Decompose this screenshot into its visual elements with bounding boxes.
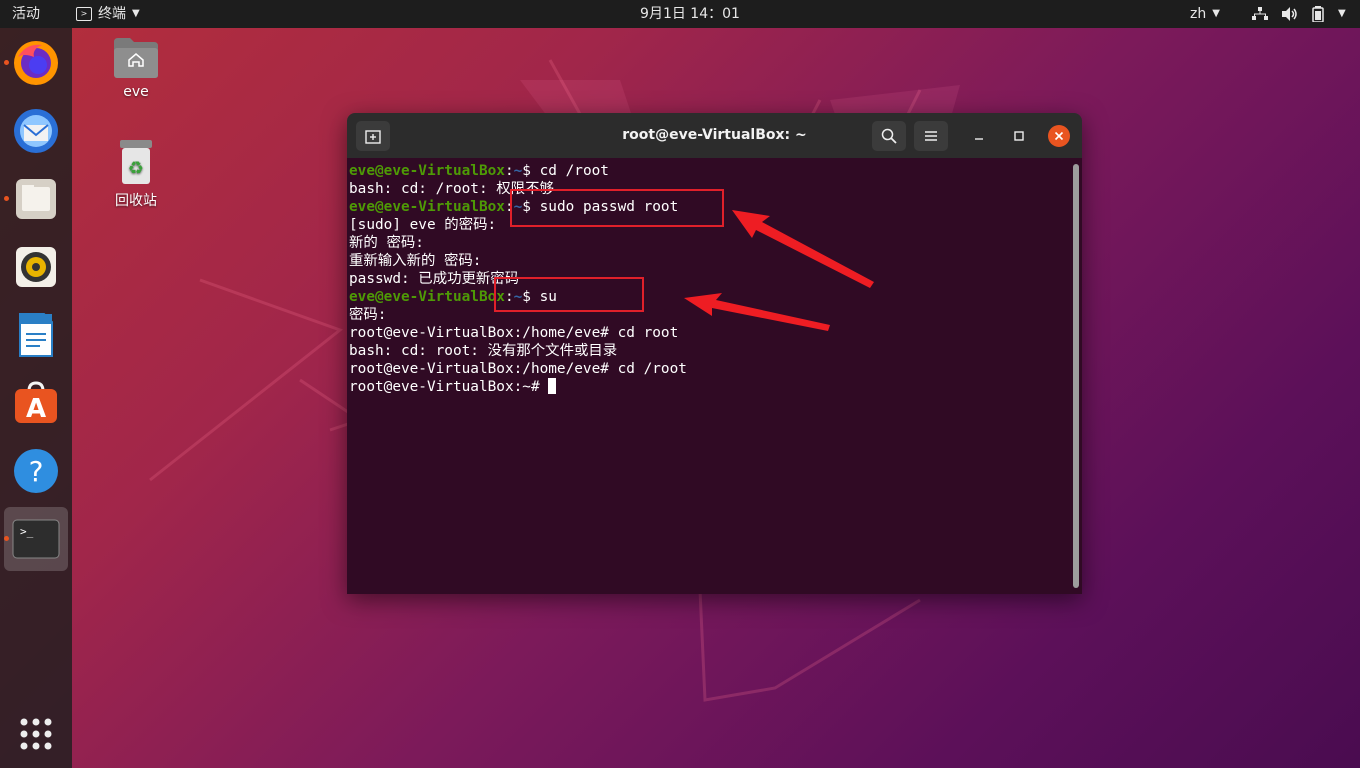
svg-text:>_: >_	[20, 525, 34, 538]
output-text: 新的 密码:	[349, 235, 424, 251]
terminal-icon[interactable]: >_	[4, 507, 68, 571]
annotation-box	[510, 189, 724, 227]
prompt-user: eve@eve-VirtualBox	[349, 289, 505, 305]
clock[interactable]: 9月1日 14：01	[620, 0, 760, 28]
network-icon	[1252, 7, 1268, 20]
ubuntu-software-icon[interactable]: A	[4, 371, 68, 435]
minimize-icon	[975, 138, 983, 140]
terminal-line: root@eve-VirtualBox:~#	[349, 378, 687, 396]
output-text: 重新输入新的 密码:	[349, 253, 482, 269]
terminal-line: 新的 密码:	[349, 234, 687, 252]
chevron-down-icon: ▼	[1338, 8, 1346, 19]
desktop-home-folder[interactable]: eve	[96, 36, 176, 100]
language-menu[interactable]: zh ▼	[1190, 0, 1220, 28]
activities-button[interactable]: 活动	[12, 0, 40, 28]
system-menu[interactable]: ▼	[1252, 0, 1346, 28]
battery-icon	[1312, 6, 1324, 22]
help-icon[interactable]: ?	[4, 439, 68, 503]
output-text: 密码:	[349, 307, 387, 323]
maximize-button[interactable]	[1008, 125, 1030, 147]
maximize-icon	[1014, 131, 1024, 141]
prompt-user: eve@eve-VirtualBox	[349, 199, 505, 215]
svg-text:A: A	[26, 394, 46, 424]
scrollbar[interactable]	[1073, 164, 1079, 588]
files-icon[interactable]	[4, 167, 68, 231]
hamburger-icon	[925, 131, 937, 141]
desktop-trash-label: 回收站	[115, 193, 157, 209]
rhythmbox-icon[interactable]	[4, 235, 68, 299]
minimize-button[interactable]	[968, 125, 990, 147]
search-button[interactable]	[872, 121, 906, 151]
chevron-down-icon: ▼	[132, 8, 140, 19]
dock: A ? >_	[0, 28, 72, 768]
terminal-line: eve@eve-VirtualBox:~$ cd /root	[349, 162, 687, 180]
volume-icon	[1282, 7, 1297, 21]
desktop-home-label: eve	[123, 84, 149, 100]
terminal-line: bash: cd: root: 没有那个文件或目录	[349, 342, 687, 360]
menu-button[interactable]	[914, 121, 948, 151]
app-menu[interactable]: > 终端 ▼	[76, 0, 140, 28]
search-icon	[881, 128, 897, 144]
close-icon	[1054, 131, 1064, 141]
libreoffice-writer-icon[interactable]	[4, 303, 68, 367]
command-text: cd /root	[539, 163, 609, 179]
window-titlebar[interactable]: root@eve-VirtualBox: ~	[347, 113, 1082, 158]
prompt-symbol: $	[522, 163, 540, 179]
close-button[interactable]	[1048, 125, 1070, 147]
running-indicator	[4, 536, 9, 541]
svg-text:♻: ♻	[128, 158, 144, 179]
output-text: root@eve-VirtualBox:/home/eve# cd root	[349, 325, 679, 341]
prompt-path: ~	[513, 163, 523, 179]
annotation-box	[494, 277, 644, 312]
desktop-trash[interactable]: ♻ 回收站	[96, 138, 176, 210]
prompt-user: eve@eve-VirtualBox	[349, 163, 505, 179]
terminal-window: root@eve-VirtualBox: ~ eve@eve-VirtualBo…	[347, 113, 1082, 594]
output-text: bash: cd: root: 没有那个文件或目录	[349, 343, 618, 359]
prompt-colon: :	[504, 163, 514, 179]
text-cursor	[548, 378, 557, 394]
terminal-line: root@eve-VirtualBox:/home/eve# cd root	[349, 324, 687, 342]
thunderbird-icon[interactable]	[4, 99, 68, 163]
show-applications-icon[interactable]	[4, 702, 68, 766]
home-folder-icon	[114, 38, 158, 78]
svg-text:?: ?	[29, 455, 44, 488]
output-text: root@eve-VirtualBox:~#	[349, 379, 549, 395]
top-bar: 活动 > 终端 ▼ 9月1日 14：01 zh ▼ ▼	[0, 0, 1360, 28]
output-text: [sudo] eve 的密码:	[349, 217, 497, 233]
firefox-icon[interactable]	[4, 31, 68, 95]
trash-icon: ♻	[120, 140, 152, 184]
terminal-line: 重新输入新的 密码:	[349, 252, 687, 270]
app-menu-label: 终端	[98, 6, 126, 22]
terminal-small-icon: >	[76, 7, 92, 21]
language-label: zh	[1190, 6, 1207, 22]
terminal-line: root@eve-VirtualBox:/home/eve# cd /root	[349, 360, 687, 378]
output-text: root@eve-VirtualBox:/home/eve# cd /root	[349, 361, 687, 377]
chevron-down-icon: ▼	[1212, 8, 1220, 19]
